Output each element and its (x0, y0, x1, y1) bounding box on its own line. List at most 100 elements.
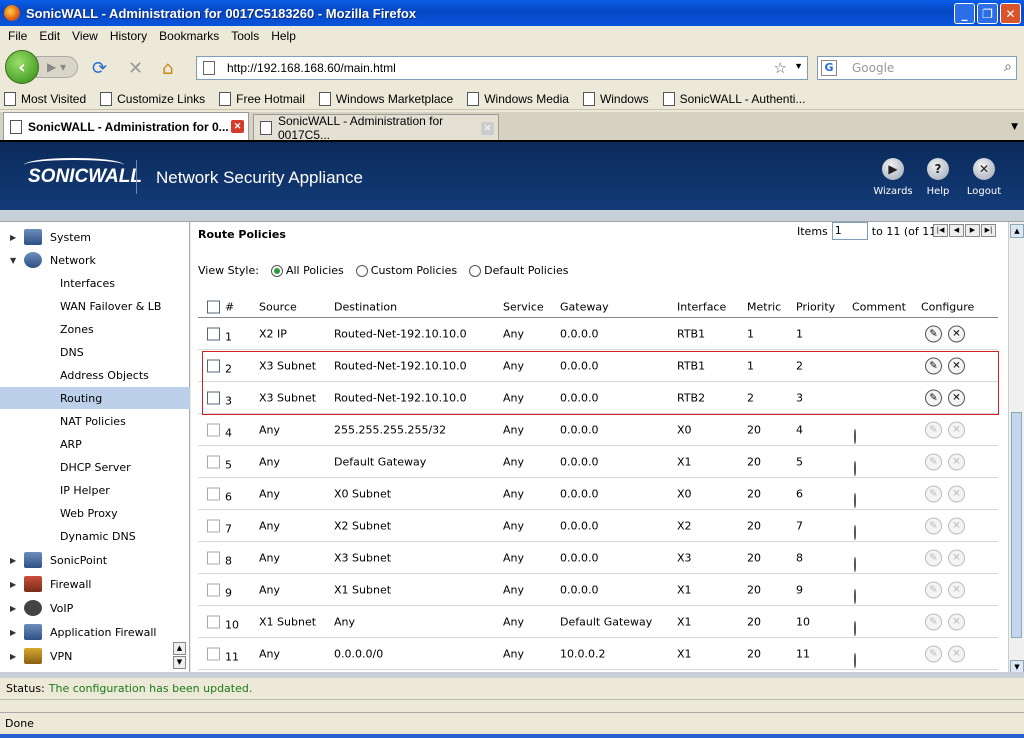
tab-list-dropdown-icon[interactable]: ▼ (1011, 122, 1018, 132)
search-input[interactable]: G Google ⌕ (817, 56, 1017, 80)
sidebar-scroll-buttons[interactable]: ▲ ▼ (173, 642, 187, 670)
last-page-button[interactable]: ▶| (981, 224, 996, 237)
comment-icon[interactable] (854, 524, 856, 540)
delete-icon[interactable]: ✕ (948, 357, 965, 374)
help-button[interactable]: ? Help (913, 158, 963, 197)
forward-button[interactable]: ▶ ▾ (36, 56, 78, 78)
menu-view[interactable]: View (66, 29, 104, 43)
sidebar-item-system[interactable]: ▶ System (0, 226, 190, 248)
table-row[interactable]: 8 Any X3 Subnet Any 0.0.0.0 X3 20 8 ✎ ✕ (198, 542, 998, 574)
comment-icon[interactable] (854, 620, 856, 636)
default-policies-radio[interactable] (469, 264, 482, 277)
all-policies-radio[interactable] (270, 264, 283, 277)
scroll-thumb[interactable] (1011, 412, 1022, 638)
prev-page-button[interactable]: ◀ (949, 224, 964, 237)
col-source[interactable]: Source (259, 300, 297, 313)
col-service[interactable]: Service (503, 300, 544, 313)
table-row[interactable]: 11 Any 0.0.0.0/0 Any 10.0.0.2 X1 20 11 ✎ ✕ (198, 638, 998, 670)
close-window-button[interactable]: ✕ (1000, 3, 1021, 24)
items-start-input[interactable]: 1 (831, 222, 868, 240)
table-row[interactable]: 3 X3 Subnet Routed-Net-192.10.10.0 Any 0.0.0… (198, 382, 998, 414)
url-dropdown-icon[interactable]: ▼ (794, 61, 803, 71)
sidebar-item-vpn[interactable]: ▶ VPN (0, 645, 190, 667)
comment-icon[interactable] (854, 492, 856, 508)
comment-icon[interactable] (854, 428, 856, 444)
row-checkbox[interactable] (207, 615, 220, 628)
sidebar-item-nat-policies[interactable]: NAT Policies (0, 410, 190, 432)
row-checkbox[interactable] (207, 647, 220, 660)
restore-button[interactable]: ❐ (977, 3, 998, 24)
row-checkbox[interactable] (207, 391, 220, 404)
sidebar-item-dns[interactable]: DNS (0, 341, 190, 363)
edit-pencil-icon[interactable]: ✎ (925, 389, 942, 406)
edit-pencil-icon[interactable]: ✎ (925, 357, 942, 374)
sidebar-item-dynamic-dns[interactable]: Dynamic DNS (0, 525, 190, 547)
table-row[interactable]: 9 Any X1 Subnet Any 0.0.0.0 X1 20 9 ✎ ✕ (198, 574, 998, 606)
close-tab-icon[interactable]: ✕ (481, 122, 494, 135)
close-tab-icon[interactable]: ✕ (231, 120, 244, 133)
col-metric[interactable]: Metric (747, 300, 781, 313)
bookmark-windows-media[interactable]: Windows Media (467, 91, 569, 106)
search-icon[interactable]: ⌕ (1004, 59, 1012, 75)
menu-file[interactable]: File (2, 29, 33, 43)
row-checkbox[interactable] (207, 327, 220, 340)
row-checkbox[interactable] (207, 423, 220, 436)
bookmark-customize-links[interactable]: Customize Links (100, 91, 205, 106)
menu-edit[interactable]: Edit (33, 29, 66, 43)
bookmark-most-visited[interactable]: Most Visited (4, 91, 86, 106)
sidebar-item-address-objects[interactable]: Address Objects (0, 364, 190, 386)
tab-sonicwall-2[interactable]: SonicWALL - Administration for 0017C5...… (253, 114, 499, 142)
sidebar-item-application-firewall[interactable]: ▶ Application Firewall (0, 621, 190, 643)
table-row[interactable]: 4 Any 255.255.255.255/32 Any 0.0.0.0 X0 20 4 ✎ ✕ (198, 414, 998, 446)
logout-button[interactable]: ✕ Logout (959, 158, 1009, 197)
tab-sonicwall-1[interactable]: SonicWALL - Administration for 0... ✕ (3, 112, 249, 140)
minimize-button[interactable]: _ (954, 3, 975, 24)
col-gateway[interactable]: Gateway (560, 300, 609, 313)
home-icon[interactable]: ⌂ (162, 58, 173, 79)
sidebar-item-sonicpoint[interactable]: ▶ SonicPoint (0, 549, 190, 571)
table-row[interactable]: 2 X3 Subnet Routed-Net-192.10.10.0 Any 0.0.0… (198, 350, 998, 382)
sidebar-item-dhcp-server[interactable]: DHCP Server (0, 456, 190, 478)
comment-icon[interactable] (854, 652, 856, 668)
comment-icon[interactable] (854, 460, 856, 476)
col-interface[interactable]: Interface (677, 300, 726, 313)
table-row[interactable]: 1 X2 IP Routed-Net-192.10.10.0 Any 0.0.0.0 RT… (198, 318, 998, 350)
bookmark-star-icon[interactable]: ☆ (774, 59, 787, 77)
select-all-checkbox[interactable] (207, 300, 220, 313)
table-row[interactable]: 10 X1 Subnet Any Any Default Gateway X1 20 10 ✎ ✕ (198, 606, 998, 638)
bookmark-free-hotmail[interactable]: Free Hotmail (219, 91, 305, 106)
menu-help[interactable]: Help (265, 29, 302, 43)
url-bar[interactable]: http://192.168.168.60/main.html ☆ ▼ (196, 56, 808, 80)
sidebar-item-wan-failover[interactable]: WAN Failover & LB (0, 295, 190, 317)
stop-icon[interactable]: ✕ (128, 58, 143, 79)
row-checkbox[interactable] (207, 551, 220, 564)
comment-icon[interactable] (854, 556, 856, 572)
sidebar-item-network[interactable]: ▼ Network (0, 249, 190, 271)
sidebar-item-routing[interactable]: Routing (0, 387, 190, 409)
wizards-button[interactable]: ▶ Wizards (868, 158, 918, 197)
row-checkbox[interactable] (207, 487, 220, 500)
col-priority[interactable]: Priority (796, 300, 835, 313)
content-scrollbar[interactable]: ▲ ▼ (1008, 222, 1024, 678)
custom-policies-radio[interactable] (355, 264, 368, 277)
sidebar-item-zones[interactable]: Zones (0, 318, 190, 340)
bookmark-sonicwall[interactable]: SonicWALL - Authenti... (662, 91, 805, 106)
table-row[interactable]: 5 Any Default Gateway Any 0.0.0.0 X1 20 5 ✎ ✕ (198, 446, 998, 478)
col-destination[interactable]: Destination (334, 300, 397, 313)
row-checkbox[interactable] (207, 455, 220, 468)
comment-icon[interactable] (854, 588, 856, 604)
scroll-up-button[interactable]: ▲ (1010, 224, 1024, 238)
table-row[interactable]: 6 Any X0 Subnet Any 0.0.0.0 X0 20 6 ✎ ✕ (198, 478, 998, 510)
sidebar-item-interfaces[interactable]: Interfaces (0, 272, 190, 294)
edit-pencil-icon[interactable]: ✎ (925, 325, 942, 342)
bookmark-windows[interactable]: Windows (582, 91, 649, 106)
next-page-button[interactable]: ▶ (965, 224, 980, 237)
delete-icon[interactable]: ✕ (948, 389, 965, 406)
table-row[interactable]: 7 Any X2 Subnet Any 0.0.0.0 X2 20 7 ✎ ✕ (198, 510, 998, 542)
sidebar-item-arp[interactable]: ARP (0, 433, 190, 455)
sidebar-item-firewall[interactable]: ▶ Firewall (0, 573, 190, 595)
back-button[interactable]: ‹ (5, 50, 39, 84)
menu-history[interactable]: History (104, 29, 153, 43)
sidebar-item-voip[interactable]: ▶ VoIP (0, 597, 190, 619)
sidebar-item-ip-helper[interactable]: IP Helper (0, 479, 190, 501)
